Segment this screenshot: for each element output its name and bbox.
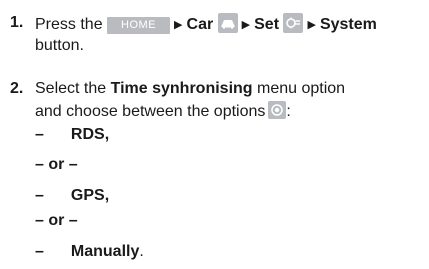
time-sync-option: Time synhronising — [110, 80, 253, 97]
step-2-number: 2. — [10, 80, 24, 97]
car-label: Car — [186, 16, 214, 33]
step-2-line-2: and choose between the options : — [35, 101, 291, 122]
option-manually: – Manually. — [35, 242, 144, 262]
home-button: HOME — [107, 17, 171, 34]
arrow-icon: ▶ — [174, 19, 183, 31]
step-2-colon: : — [286, 103, 291, 120]
option-punct: , — [104, 126, 110, 143]
option-gps: – GPS, — [35, 186, 109, 206]
option-label: GPS — [70, 187, 105, 204]
set-label: Set — [254, 16, 280, 33]
settings-icon — [283, 13, 304, 33]
step-1-number: 1. — [10, 14, 24, 31]
or-separator: – or – — [35, 156, 78, 173]
step-2-choose-text: and choose between the options — [35, 103, 266, 120]
option-punct: , — [104, 187, 110, 204]
system-label: System — [319, 16, 377, 33]
option-dash: – — [35, 126, 44, 143]
option-punct: . — [139, 243, 144, 260]
option-rds: – RDS, — [35, 125, 109, 145]
option-label: Manually — [70, 243, 140, 260]
step-1-line: Press the HOME ▶ Car ▶ Set ▶ System — [35, 13, 377, 36]
option-dash: – — [35, 187, 44, 204]
step-2-select-text: Select the — [35, 80, 107, 97]
option-dash: – — [35, 243, 44, 260]
or-separator: – or – — [35, 212, 78, 229]
step-1-press-text: Press the — [35, 16, 103, 33]
step-1-button-text: button. — [35, 37, 84, 54]
radio-select-icon — [268, 101, 287, 119]
step-2-line-1: Select the Time synhronising menu option — [35, 79, 345, 99]
car-icon — [217, 13, 238, 33]
arrow-icon: ▶ — [307, 19, 316, 31]
step-2-menu-text: menu option — [257, 80, 346, 97]
option-label: RDS — [70, 126, 105, 143]
arrow-icon: ▶ — [241, 19, 251, 31]
